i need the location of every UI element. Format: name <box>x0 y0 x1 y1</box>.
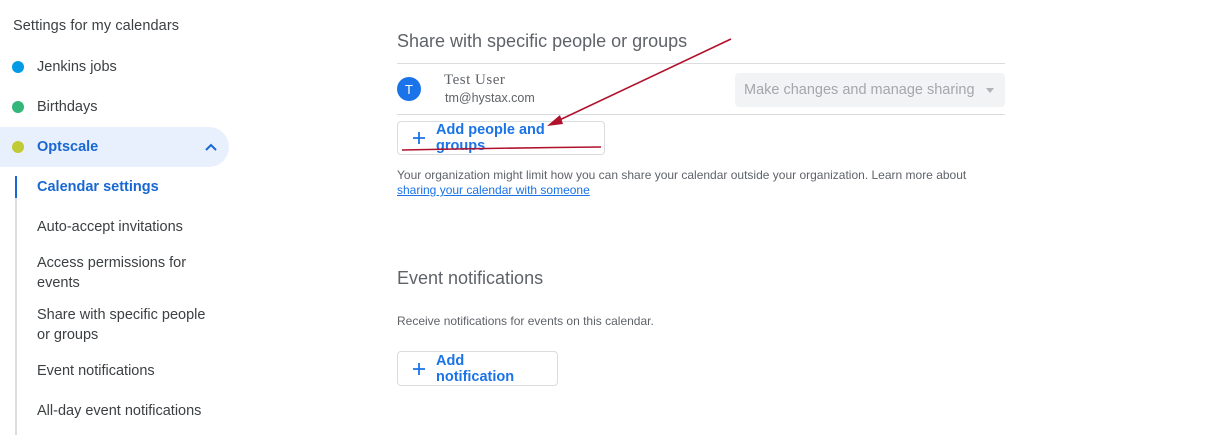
sub-nav-rail <box>15 176 17 435</box>
calendar-label: Birthdays <box>37 99 98 115</box>
person-email: tm@hystax.com <box>445 91 535 105</box>
sharing-help-link[interactable]: sharing your calendar with someone <box>397 183 590 197</box>
divider <box>397 114 1005 115</box>
settings-sidebar: Settings for my calendars Jenkins jobs B… <box>0 0 240 435</box>
calendar-label: Optscale <box>37 139 99 155</box>
add-people-button[interactable]: Add people and groups <box>397 121 605 155</box>
sub-nav-auto-accept-invitations[interactable]: Auto-accept invitations <box>37 217 227 237</box>
person-name: Test User <box>444 72 506 88</box>
calendar-color-dot <box>12 61 24 73</box>
add-notification-button[interactable]: Add notification <box>397 351 558 386</box>
sub-nav-all-day-event-notifications[interactable]: All-day event notifications <box>37 401 227 421</box>
share-section-title: Share with specific people or groups <box>397 31 688 51</box>
add-people-label: Add people and groups <box>436 122 545 154</box>
calendar-color-dot <box>12 101 24 113</box>
sidebar-calendar-jenkins-jobs[interactable]: Jenkins jobs <box>0 47 229 87</box>
sub-nav-event-notifications[interactable]: Event notifications <box>37 361 227 381</box>
sub-nav-share-with-people[interactable]: Share with specific people or groups <box>37 305 217 345</box>
avatar: T <box>397 77 421 101</box>
divider <box>397 63 1005 64</box>
sidebar-heading: Settings for my calendars <box>13 18 180 34</box>
plus-icon <box>413 132 425 144</box>
sidebar-calendar-optscale[interactable]: Optscale <box>0 127 229 167</box>
settings-main: Share with specific people or groups T T… <box>397 0 1209 435</box>
sub-nav-access-permissions[interactable]: Access permissions for events <box>37 253 212 293</box>
notifications-description: Receive notifications for events on this… <box>397 314 654 328</box>
plus-icon <box>413 362 425 375</box>
permission-value: Make changes and manage sharing <box>744 82 975 98</box>
share-info-message: Your organization might limit how you ca… <box>397 168 967 182</box>
sub-nav-calendar-settings[interactable]: Calendar settings <box>37 177 227 197</box>
chevron-up-icon[interactable] <box>204 140 218 154</box>
active-indicator <box>15 176 17 198</box>
share-info-text: Your organization might limit how you ca… <box>397 168 997 198</box>
sidebar-calendar-birthdays[interactable]: Birthdays <box>0 87 229 127</box>
notifications-section-title: Event notifications <box>397 268 544 288</box>
dropdown-arrow-icon <box>986 88 994 93</box>
shared-person-row: T Test User tm@hystax.com Make changes a… <box>397 66 1005 114</box>
add-notification-label: Add notification <box>436 352 515 385</box>
calendar-color-dot <box>12 141 24 153</box>
permission-select[interactable]: Make changes and manage sharing <box>735 73 1005 107</box>
calendar-label: Jenkins jobs <box>37 59 117 75</box>
